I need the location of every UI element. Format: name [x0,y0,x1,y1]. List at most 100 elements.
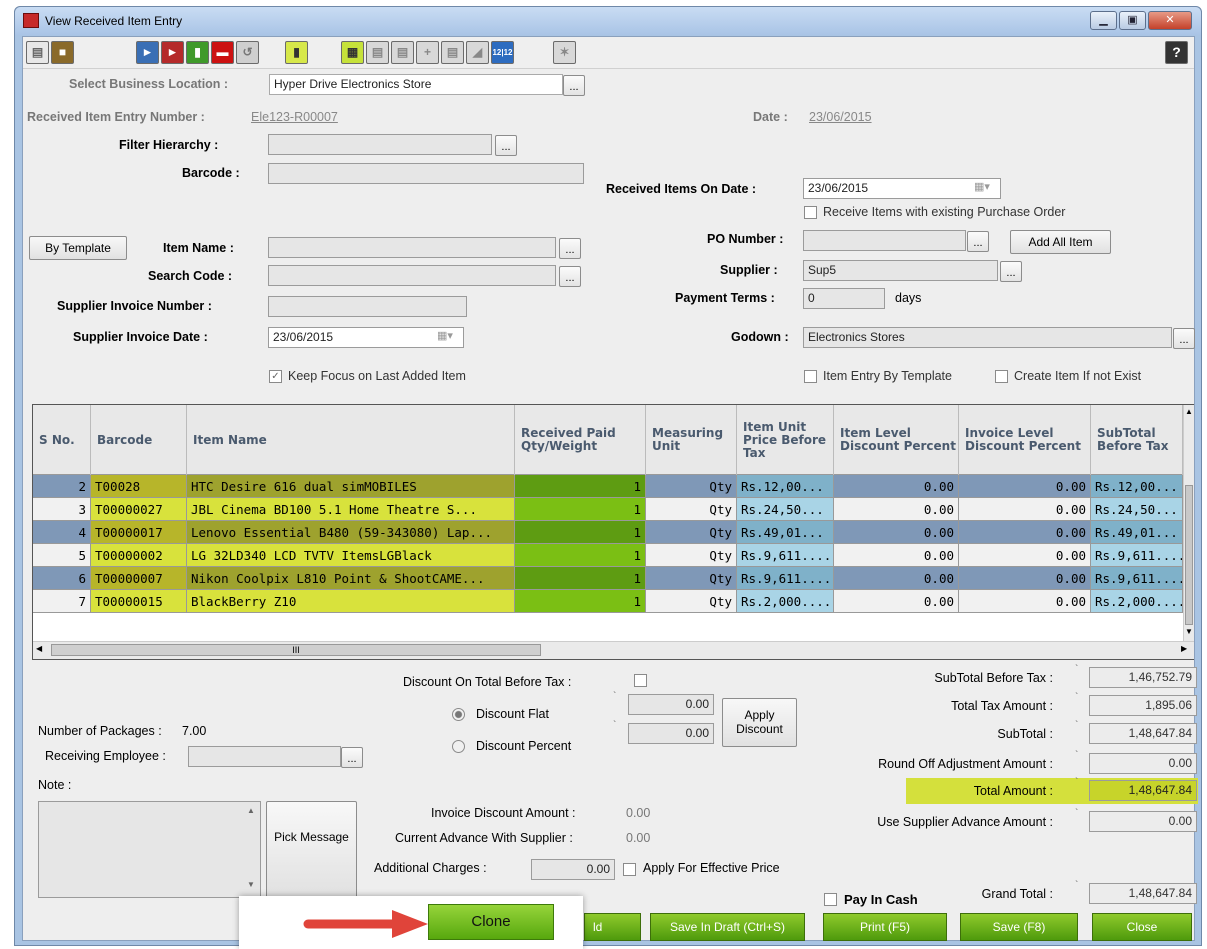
cell-sno[interactable]: 7 [33,590,91,613]
cell-price[interactable]: Rs.9,611.... [737,567,834,590]
cell-qty[interactable]: 1 [515,567,646,590]
cell-name[interactable]: JBL Cinema BD100 5.1 Home Theatre S... [187,498,515,521]
close-button[interactable]: Close [1092,913,1192,941]
use-advance-field[interactable]: 0.00 [1089,811,1197,832]
box-icon[interactable]: ■ [51,41,74,64]
cell-name[interactable]: BlackBerry Z10 [187,590,515,613]
cell-qty[interactable]: 1 [515,498,646,521]
item-name-browse-button[interactable]: ... [559,238,581,259]
cell-sno[interactable]: 3 [33,498,91,521]
calendar-dropdown-icon[interactable]: ▦▾ [974,180,990,193]
settings-icon[interactable]: ✶ [553,41,576,64]
apply-discount-button[interactable]: Apply Discount [722,698,797,747]
po-number-field[interactable] [803,230,966,251]
chart-icon[interactable]: ▮ [186,41,209,64]
cell-barcode[interactable]: T00000017 [91,521,187,544]
receiving-employee-field[interactable] [188,746,341,767]
business-location-browse-button[interactable]: ... [563,75,585,96]
hold-button[interactable]: ld [584,913,641,941]
column-header-item-name[interactable]: Item Name [187,405,515,475]
cell-item-disc[interactable]: 0.00 [834,521,959,544]
supplier-invoice-date-field[interactable]: 23/06/2015 [268,327,464,348]
cell-item-disc[interactable]: 0.00 [834,498,959,521]
create-item-checkbox[interactable] [995,370,1008,383]
cell-subtotal[interactable]: Rs.24,50... [1091,498,1183,521]
cell-item-disc[interactable]: 0.00 [834,590,959,613]
grid-vertical-scrollbar[interactable]: ▲ ▼ [1183,405,1194,641]
add-all-item-button[interactable]: Add All Item [1010,230,1111,254]
cell-name[interactable]: HTC Desire 616 dual simMOBILES [187,475,515,498]
cell-unit[interactable]: Qty [646,475,737,498]
cell-qty[interactable]: 1 [515,475,646,498]
clone-button[interactable]: Clone [428,904,554,940]
column-header-measuring-unit[interactable]: Measuring Unit [646,405,737,475]
column-header-barcode[interactable]: Barcode [91,405,187,475]
discount-percent-field[interactable]: 0.00 [628,723,714,744]
cell-inv-disc[interactable]: 0.00 [959,475,1091,498]
cell-inv-disc[interactable]: 0.00 [959,544,1091,567]
godown-field[interactable]: Electronics Stores [803,327,1172,348]
cell-name[interactable]: Lenovo Essential B480 (59-343080) Lap... [187,521,515,544]
cell-barcode[interactable]: T00028 [91,475,187,498]
cell-barcode[interactable]: T00000027 [91,498,187,521]
cell-unit[interactable]: Qty [646,544,737,567]
cell-item-disc[interactable]: 0.00 [834,544,959,567]
by-template-button[interactable]: By Template [29,236,127,260]
supplier-field[interactable]: Sup5 [803,260,998,281]
supplier-browse-button[interactable]: ... [1000,261,1022,282]
column-header-subtotal[interactable]: SubTotal Before Tax [1091,405,1183,475]
payment-terms-field[interactable]: 0 [803,288,885,309]
calendar-dropdown-icon[interactable]: ▦▾ [437,329,453,342]
supplier-invoice-number-field[interactable] [268,296,467,317]
cell-qty[interactable]: 1 [515,521,646,544]
po-number-browse-button[interactable]: ... [967,231,989,252]
hierarchy-icon[interactable]: ▤ [441,41,464,64]
truck-icon[interactable]: ► [136,41,159,64]
item-entry-by-template-checkbox[interactable] [804,370,817,383]
barcode-field[interactable] [268,163,584,184]
cell-name[interactable]: Nikon Coolpix L810 Point & ShootCAME... [187,567,515,590]
cell-sno[interactable]: 5 [33,544,91,567]
grid-horizontal-scrollbar[interactable]: ◀ III ▶ [33,641,1194,659]
cell-price[interactable]: Rs.49,01... [737,521,834,544]
save-in-draft-button[interactable]: Save In Draft (Ctrl+S) [650,913,805,941]
column-header-received-qty[interactable]: Received Paid Qty/Weight [515,405,646,475]
cell-price[interactable]: Rs.2,000.... [737,590,834,613]
cell-price[interactable]: Rs.12,00... [737,475,834,498]
godown-browse-button[interactable]: ... [1173,328,1195,349]
cell-barcode[interactable]: T00000007 [91,567,187,590]
close-window-button[interactable]: ✕ [1148,11,1192,30]
table-icon[interactable]: ▤ [391,41,414,64]
cell-barcode[interactable]: T00000015 [91,590,187,613]
table-row[interactable]: 3 T00000027 JBL Cinema BD100 5.1 Home Thea… [33,498,1183,521]
search-code-browse-button[interactable]: ... [559,266,581,287]
cell-name[interactable]: LG 32LD340 LCD TVTV ItemsLGBlack [187,544,515,567]
filter-hierarchy-field[interactable] [268,134,492,155]
cell-inv-disc[interactable]: 0.00 [959,498,1091,521]
apply-effective-price-checkbox[interactable] [623,863,636,876]
cell-unit[interactable]: Qty [646,567,737,590]
help-icon[interactable]: ? [1165,41,1188,64]
business-location-field[interactable]: Hyper Drive Electronics Store [269,74,563,95]
table-row[interactable]: 4 T00000017 Lenovo Essential B480 (59-3430… [33,521,1183,544]
vertical-scroll-thumb[interactable] [1185,485,1193,625]
cell-subtotal[interactable]: Rs.9,611.... [1091,567,1183,590]
horizontal-scroll-thumb[interactable]: III [51,644,541,656]
column-header-unit-price[interactable]: Item Unit Price Before Tax [737,405,834,475]
table-row[interactable]: 2 T00028 HTC Desire 616 dual simMOBILES 1 Qt… [33,475,1183,498]
discount-on-total-checkbox[interactable] [634,674,647,687]
table-row[interactable]: 6 T00000007 Nikon Coolpix L810 Point & Sho… [33,567,1183,590]
keep-focus-checkbox[interactable]: ✓ [269,370,282,383]
add-icon[interactable]: + [416,41,439,64]
cell-unit[interactable]: Qty [646,590,737,613]
received-on-date-field[interactable]: 23/06/2015 [803,178,1001,199]
cell-unit[interactable]: Qty [646,521,737,544]
bookmark-icon[interactable]: ▮ [285,41,308,64]
cell-qty[interactable]: 1 [515,544,646,567]
cell-price[interactable]: Rs.9,611.... [737,544,834,567]
minimize-button[interactable]: ▁ [1090,11,1117,30]
scroll-up-icon[interactable]: ▲ [247,806,255,815]
cell-inv-disc[interactable]: 0.00 [959,521,1091,544]
cell-unit[interactable]: Qty [646,498,737,521]
cell-barcode[interactable]: T00000002 [91,544,187,567]
